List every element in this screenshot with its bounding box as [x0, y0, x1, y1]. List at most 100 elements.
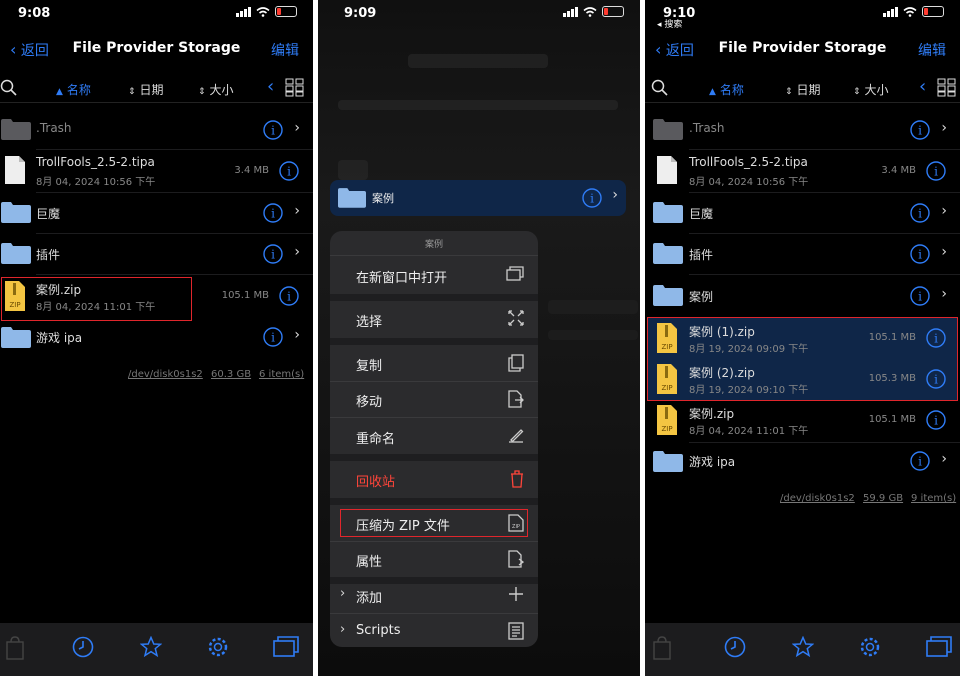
gear-icon[interactable] — [859, 636, 881, 658]
edit-button[interactable]: 编辑 — [918, 40, 946, 60]
status-icons — [236, 6, 297, 17]
sort-date-button[interactable]: ⇕ 日期 — [128, 81, 164, 98]
info-icon[interactable]: i — [279, 161, 299, 181]
svg-text:i: i — [287, 165, 291, 179]
back-to-search-link[interactable]: ◂ 搜索 — [657, 17, 682, 30]
info-icon[interactable]: i — [910, 244, 930, 264]
disk-path-link[interactable]: /dev/disk0s1s2 — [128, 369, 203, 380]
clock-icon[interactable] — [724, 636, 746, 658]
sort-name-button[interactable]: ▲ 名称 — [709, 81, 744, 98]
status-icons — [883, 6, 944, 17]
wifi-icon — [583, 6, 597, 17]
chevron-right-icon: › — [941, 286, 947, 302]
list-item[interactable]: .Trash i › — [0, 112, 313, 148]
svg-text:i: i — [271, 124, 275, 138]
list-item[interactable]: TrollFools_2.5-2.tipa 8月 04, 2024 10:56 … — [645, 151, 960, 191]
menu-title: 案例 — [424, 240, 443, 250]
star-icon[interactable] — [140, 636, 162, 658]
battery-icon — [602, 6, 624, 17]
grid-view-icon[interactable] — [285, 78, 304, 97]
window-icon — [506, 266, 524, 281]
list-item[interactable]: 插件 i › — [645, 235, 960, 273]
highlight-box — [647, 317, 958, 401]
gear-icon[interactable] — [207, 636, 229, 658]
bag-icon[interactable] — [6, 636, 24, 660]
chevron-left-icon[interactable]: ‹ — [267, 76, 274, 97]
info-icon[interactable]: i — [582, 188, 602, 208]
info-icon[interactable]: i — [910, 120, 930, 140]
chevron-right-icon: › — [941, 451, 947, 467]
sort-date-button[interactable]: ⇕ 日期 — [785, 81, 821, 98]
menu-item-select[interactable]: 选择 — [330, 301, 538, 337]
list-item[interactable]: 巨魔 i › — [645, 194, 960, 232]
bag-icon[interactable] — [653, 636, 671, 660]
menu-item-copy[interactable]: 复制 — [330, 345, 538, 381]
search-icon[interactable] — [0, 79, 18, 97]
svg-text:i: i — [918, 248, 922, 262]
svg-text:i: i — [934, 414, 938, 428]
svg-text:i: i — [287, 290, 291, 304]
selected-item[interactable]: 案例 i › — [330, 180, 626, 216]
grid-view-icon[interactable] — [937, 78, 956, 97]
chevron-right-icon: › — [294, 327, 300, 343]
list-item[interactable]: ZIP 案例.zip 8月 04, 2024 11:01 下午 105.1 MB… — [645, 401, 960, 441]
star-icon[interactable] — [792, 636, 814, 658]
chevron-left-icon[interactable]: ‹ — [919, 76, 926, 97]
info-icon[interactable]: i — [926, 410, 946, 430]
menu-item-move[interactable]: 移动 — [330, 381, 538, 417]
svg-text:i: i — [918, 290, 922, 304]
info-icon[interactable]: i — [910, 286, 930, 306]
sort-up-icon: ▲ — [56, 87, 63, 97]
menu-item-properties[interactable]: 属性 — [330, 541, 538, 577]
info-icon[interactable]: i — [263, 244, 283, 264]
clock-icon[interactable] — [72, 636, 94, 658]
battery-icon — [922, 6, 944, 17]
edit-button[interactable]: 编辑 — [271, 40, 299, 60]
highlight-box — [1, 277, 192, 321]
windows-icon[interactable] — [926, 636, 952, 658]
nav-bar: ‹ 返回 File Provider Storage 编辑 — [645, 38, 960, 62]
page-title: File Provider Storage — [72, 40, 241, 56]
page-title: File Provider Storage — [718, 40, 887, 56]
list-item[interactable]: 游戏 ipa i › — [645, 444, 960, 480]
menu-item-scripts[interactable]: › Scripts — [330, 613, 538, 647]
info-icon[interactable]: i — [279, 286, 299, 306]
folder-icon — [1, 327, 31, 348]
sort-size-button[interactable]: ⇕ 大小 — [853, 81, 889, 98]
info-icon[interactable]: i — [263, 120, 283, 140]
menu-item-add[interactable]: › 添加 — [330, 577, 538, 613]
menu-item-trash[interactable]: 回收站 — [330, 461, 538, 497]
search-icon[interactable] — [651, 79, 669, 97]
svg-text:i: i — [271, 207, 275, 221]
menu-item-rename[interactable]: 重命名 — [330, 418, 538, 454]
signal-icon — [236, 6, 251, 17]
list-item[interactable]: 插件 i › — [0, 235, 313, 273]
list-item[interactable]: .Trash i › — [645, 112, 960, 148]
info-icon[interactable]: i — [263, 203, 283, 223]
svg-text:ZIP: ZIP — [661, 425, 672, 433]
free-space: 59.9 GB — [863, 493, 904, 504]
trash-icon — [511, 470, 523, 488]
screen-after: 9:10 ◂ 搜索 ‹ 返回 File Provider Storage 编辑 … — [645, 0, 960, 676]
windows-icon[interactable] — [273, 636, 299, 658]
info-icon[interactable]: i — [910, 451, 930, 471]
chevron-right-icon: › — [612, 187, 618, 203]
status-time: 9:08 — [18, 6, 51, 21]
list-item[interactable]: 巨魔 i › — [0, 194, 313, 232]
signal-icon — [563, 6, 578, 17]
folder-icon — [1, 243, 31, 264]
info-icon[interactable]: i — [263, 327, 283, 347]
select-icon — [508, 310, 524, 326]
chevron-right-icon: › — [294, 244, 300, 260]
info-icon[interactable]: i — [926, 161, 946, 181]
list-item[interactable]: 游戏 ipa i › — [0, 320, 313, 356]
disk-path-link[interactable]: /dev/disk0s1s2 — [780, 493, 855, 504]
list-item[interactable]: 案例 i › — [645, 276, 960, 314]
menu-item-open-new-window[interactable]: 在新窗口中打开 — [330, 257, 538, 293]
list-item[interactable]: TrollFools_2.5-2.tipa 8月 04, 2024 10:56 … — [0, 151, 313, 191]
status-time: 9:09 — [344, 6, 377, 21]
sort-updown-icon: ⇕ — [853, 87, 861, 97]
sort-name-button[interactable]: ▲ 名称 — [56, 81, 91, 98]
sort-size-button[interactable]: ⇕ 大小 — [198, 81, 234, 98]
info-icon[interactable]: i — [910, 203, 930, 223]
